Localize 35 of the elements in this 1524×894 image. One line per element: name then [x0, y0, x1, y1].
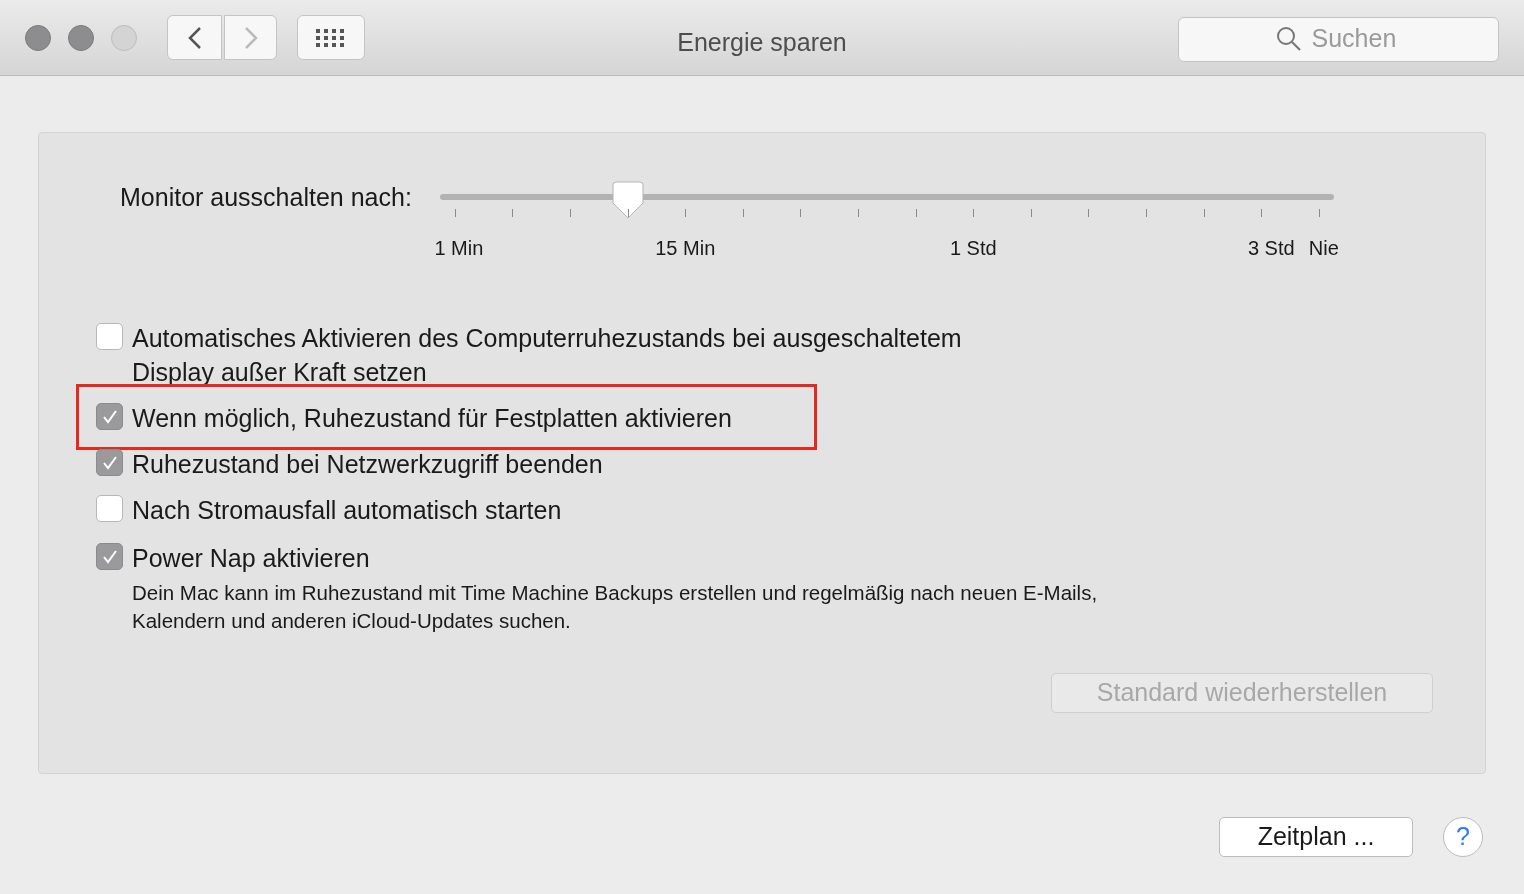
search-field[interactable]: Suchen	[1178, 16, 1499, 62]
checkbox[interactable]	[96, 449, 123, 476]
checkbox-label: Power Nap aktivieren	[132, 543, 371, 574]
checkmark-icon	[101, 454, 118, 471]
checkbox[interactable]	[96, 543, 123, 570]
schedule-button[interactable]: Zeitplan ...	[1219, 817, 1413, 857]
slider-label: Monitor ausschalten nach:	[120, 182, 412, 213]
checkbox-label: Wenn möglich, Ruhezustand für Festplatten aktivieren	[132, 403, 733, 434]
slider-thumb[interactable]	[611, 181, 644, 219]
minimize-button[interactable]	[68, 24, 94, 51]
window-title: Energie sparen	[677, 27, 847, 58]
tick-label: 1 Std	[949, 236, 997, 261]
help-button[interactable]: ?	[1443, 817, 1483, 857]
slider-track[interactable]	[439, 181, 1334, 219]
checkbox-label: Automatisches Aktivieren des Computerruhezustands bei ausgeschaltetem Display außer Kraft setzen	[132, 323, 963, 388]
checkbox[interactable]	[96, 323, 123, 350]
show-all-button[interactable]	[297, 15, 365, 60]
close-button[interactable]	[25, 24, 51, 51]
search-input[interactable]: Suchen	[1311, 20, 1402, 58]
tick-label: 3 Std	[1247, 236, 1295, 261]
tick-label: 15 Min	[655, 236, 716, 261]
checkbox[interactable]	[96, 495, 123, 522]
checkmark-icon	[101, 548, 118, 565]
tick-label: Nie	[1308, 236, 1339, 261]
description-text: Dein Mac kann im Ruhezustand mit Time Machine Backups erstellen und regelmäßig nach neuen E-Mails, Kalendern und anderen iCloud-Updates suchen.	[132, 580, 1099, 634]
checkmark-icon	[101, 408, 118, 425]
chevron-left-icon	[187, 25, 202, 50]
search-icon	[1275, 26, 1302, 52]
back-button[interactable]	[167, 15, 222, 60]
checkbox-label: Ruhezustand bei Netzwerkzugriff beenden	[132, 449, 604, 480]
checkbox[interactable]	[96, 403, 123, 430]
grid-icon	[316, 28, 346, 47]
chevron-right-icon	[243, 25, 258, 50]
checkbox-label: Nach Stromausfall automatisch starten	[132, 495, 563, 526]
tick-label: 1 Min	[434, 236, 484, 261]
